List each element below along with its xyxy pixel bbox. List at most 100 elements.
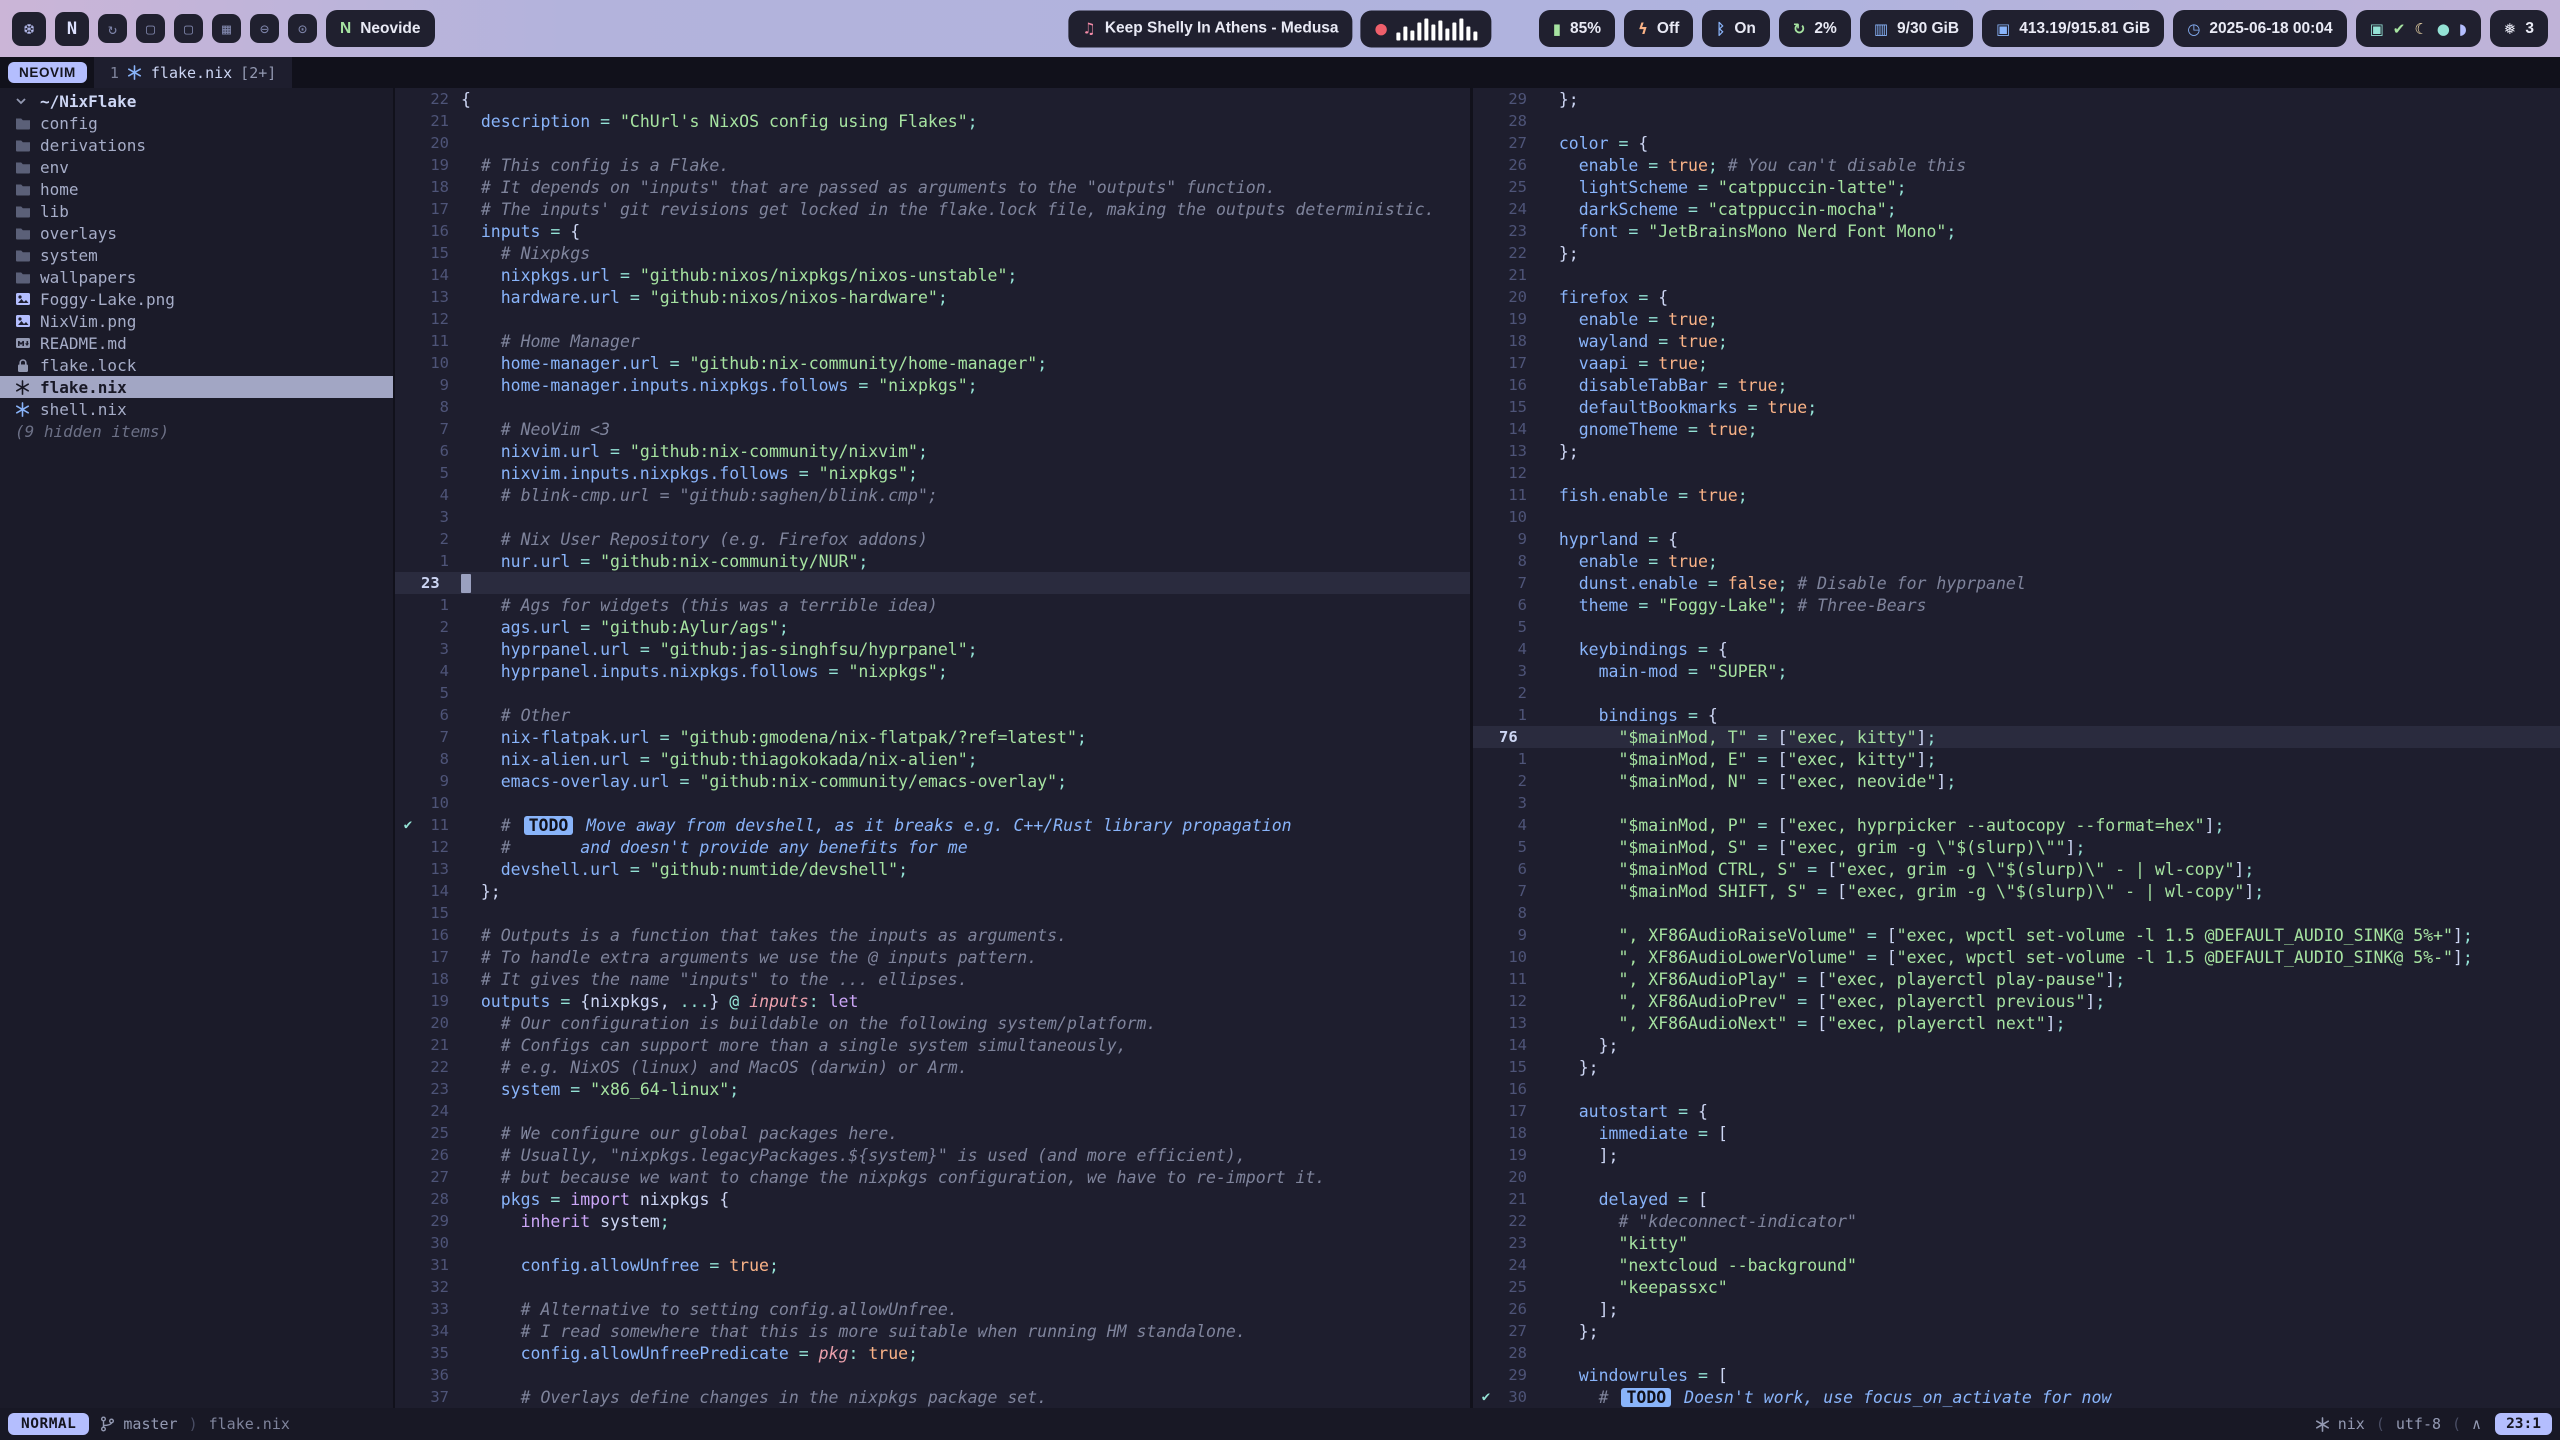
screenshot-icon[interactable]: ▣ [2370,20,2384,38]
editor-line[interactable]: 4 # blink-cmp.url = "github:saghen/blink… [395,484,1470,506]
editor-line[interactable]: 12 [1473,462,2560,484]
editor-line[interactable]: 20 firefox = { [1473,286,2560,308]
editor-line[interactable]: 36 [395,1364,1470,1386]
editor-line[interactable]: 9 home-manager.inputs.nixpkgs.follows = … [395,374,1470,396]
editor-line[interactable]: 21 # Configs can support more than a sin… [395,1034,1470,1056]
editor-line[interactable]: 23 [395,572,1470,594]
editor-line[interactable]: 18 # It gives the name "inputs" to the .… [395,968,1470,990]
editor-line[interactable]: 22 # "kdeconnect-indicator" [1473,1210,2560,1232]
editor-line[interactable]: 27 color = { [1473,132,2560,154]
editor-line[interactable]: 17 # The inputs' git revisions get locke… [395,198,1470,220]
editor-line[interactable]: 21 delayed = [ [1473,1188,2560,1210]
editor-line[interactable]: 12 [395,308,1470,330]
editor-line[interactable]: 8 nix-alien.url = "github:thiagokokada/n… [395,748,1470,770]
editor-line[interactable]: 29 windowrules = [ [1473,1364,2560,1386]
editor-line[interactable]: ✔30 # TODO Doesn't work, use focus_on_ac… [1473,1386,2560,1408]
editor-line[interactable]: 15 }; [1473,1056,2560,1078]
editor-line[interactable]: 1 # Ags for widgets (this was a terrible… [395,594,1470,616]
editor-line[interactable]: 23 system = "x86_64-linux"; [395,1078,1470,1100]
tree-item-nixvim.png[interactable]: NixVim.png [0,310,393,332]
tree-item--nixflake[interactable]: ~/NixFlake [0,90,393,112]
editor-line[interactable]: 22 }; [1473,242,2560,264]
memory-indicator[interactable]: ▥9/30 GiB [1860,10,1973,47]
editor-line[interactable]: 15 # Nixpkgs [395,242,1470,264]
editor-line[interactable]: 14 gnomeTheme = true; [1473,418,2560,440]
editor-line[interactable]: 16 disableTabBar = true; [1473,374,2560,396]
moon-icon[interactable]: ☾ [2414,20,2427,38]
editor-line[interactable]: 6 # Other [395,704,1470,726]
editor-line[interactable]: 6 "$mainMod CTRL, S" = ["exec, grim -g \… [1473,858,2560,880]
editor-line[interactable]: 14 }; [1473,1034,2560,1056]
editor-line[interactable]: 4 keybindings = { [1473,638,2560,660]
editor-line[interactable]: ✔11 # TODO Move away from devshell, as i… [395,814,1470,836]
editor-line[interactable]: 29 inherit system; [395,1210,1470,1232]
editor-line[interactable]: 3 [1473,792,2560,814]
editor-line[interactable]: 3 main-mod = "SUPER"; [1473,660,2560,682]
editor-line[interactable]: 28 [1473,110,2560,132]
editor-line[interactable]: 27 # but because we want to change the n… [395,1166,1470,1188]
distro-icon[interactable]: ❆ [12,12,46,46]
editor-line[interactable]: 13 ", XF86AudioNext" = ["exec, playerctl… [1473,1012,2560,1034]
editor-line[interactable]: 26 # Usually, "nixpkgs.legacyPackages.${… [395,1144,1470,1166]
editor-line[interactable]: 1 bindings = { [1473,704,2560,726]
editor-line[interactable]: 19 ]; [1473,1144,2560,1166]
editor-line[interactable]: 29 }; [1473,88,2560,110]
editor-line[interactable]: 13 }; [1473,440,2560,462]
editor-line[interactable]: 11 # Home Manager [395,330,1470,352]
editor-line[interactable]: 30 [395,1232,1470,1254]
editor-line[interactable]: 15 defaultBookmarks = true; [1473,396,2560,418]
active-app-indicator[interactable]: NNeovide [326,10,435,47]
tree-item-flake.lock[interactable]: flake.lock [0,354,393,376]
editor-line[interactable]: 5 [1473,616,2560,638]
editor-line[interactable]: 17 # To handle extra arguments we use th… [395,946,1470,968]
editor-line[interactable]: 22{ [395,88,1470,110]
editor-line[interactable]: 19 # This config is a Flake. [395,154,1470,176]
editor-line[interactable]: 20 [395,132,1470,154]
editor-line[interactable]: 9 hyprland = { [1473,528,2560,550]
editor-line[interactable]: 14 nixpkgs.url = "github:nixos/nixpkgs/n… [395,264,1470,286]
editor-line[interactable]: 9 emacs-overlay.url = "github:nix-commun… [395,770,1470,792]
editor-line[interactable]: 16 [1473,1078,2560,1100]
editor-line[interactable]: 33 # Alternative to setting config.allow… [395,1298,1470,1320]
editor-line[interactable]: 18 wayland = true; [1473,330,2560,352]
editor-line[interactable]: 2 # Nix User Repository (e.g. Firefox ad… [395,528,1470,550]
dot-icon[interactable]: ● [2437,20,2450,38]
check-icon[interactable]: ✔ [2393,20,2406,38]
editor-line[interactable]: 11 fish.enable = true; [1473,484,2560,506]
half-circle-icon[interactable]: ◗ [2459,20,2467,38]
editor-line[interactable]: 16 # Outputs is a function that takes th… [395,924,1470,946]
battery-indicator[interactable]: ▮85% [1539,10,1615,47]
editor-line[interactable]: 13 hardware.url = "github:nixos/nixos-ha… [395,286,1470,308]
editor-line[interactable]: 3 hyprpanel.url = "github:jas-singhfsu/h… [395,638,1470,660]
editor-line[interactable]: 17 autostart = { [1473,1100,2560,1122]
tree-item-home[interactable]: home [0,178,393,200]
tree-item-wallpapers[interactable]: wallpapers [0,266,393,288]
editor-line[interactable]: 3 [395,506,1470,528]
editor-line[interactable]: 21 [1473,264,2560,286]
editor-line[interactable]: 28 [1473,1342,2560,1364]
editor-line[interactable]: 10 [1473,506,2560,528]
tree-item-env[interactable]: env [0,156,393,178]
editor-line[interactable]: 19 enable = true; [1473,308,2560,330]
editor-line[interactable]: 6 theme = "Foggy-Lake"; # Three-Bears [1473,594,2560,616]
editor-line[interactable]: 23 font = "JetBrainsMono Nerd Font Mono"… [1473,220,2560,242]
editor-line[interactable]: 8 [395,396,1470,418]
editor-line[interactable]: 10 [395,792,1470,814]
editor-line[interactable]: 23 "kitty" [1473,1232,2560,1254]
editor-line[interactable]: 35 config.allowUnfreePredicate = pkg: tr… [395,1342,1470,1364]
disk-indicator[interactable]: ▣413.19/915.81 GiB [1982,10,2164,47]
editor-line[interactable]: 12 # and doesn't provide any benefits fo… [395,836,1470,858]
editor-line[interactable]: 14 }; [395,880,1470,902]
tree-item-shell.nix[interactable]: shell.nix [0,398,393,420]
editor-line[interactable]: 26 enable = true; # You can't disable th… [1473,154,2560,176]
clock-indicator[interactable]: ◷2025-06-18 00:04 [2173,10,2346,47]
power-toggle[interactable]: ϟOff [1624,10,1693,47]
editor-line[interactable]: 2 ags.url = "github:Aylur/ags"; [395,616,1470,638]
workspace-icon-grid[interactable]: ▦ [212,14,241,43]
editor-window-left[interactable]: 22{21 description = "ChUrl's NixOS confi… [395,88,1470,1408]
editor-line[interactable]: 7 dunst.enable = false; # Disable for hy… [1473,572,2560,594]
editor-line[interactable]: 11 ", XF86AudioPlay" = ["exec, playerctl… [1473,968,2560,990]
workspace-icon-window-2[interactable]: ▢ [174,14,203,43]
editor-line[interactable]: 24 "nextcloud --background" [1473,1254,2560,1276]
editor-line[interactable]: 15 [395,902,1470,924]
